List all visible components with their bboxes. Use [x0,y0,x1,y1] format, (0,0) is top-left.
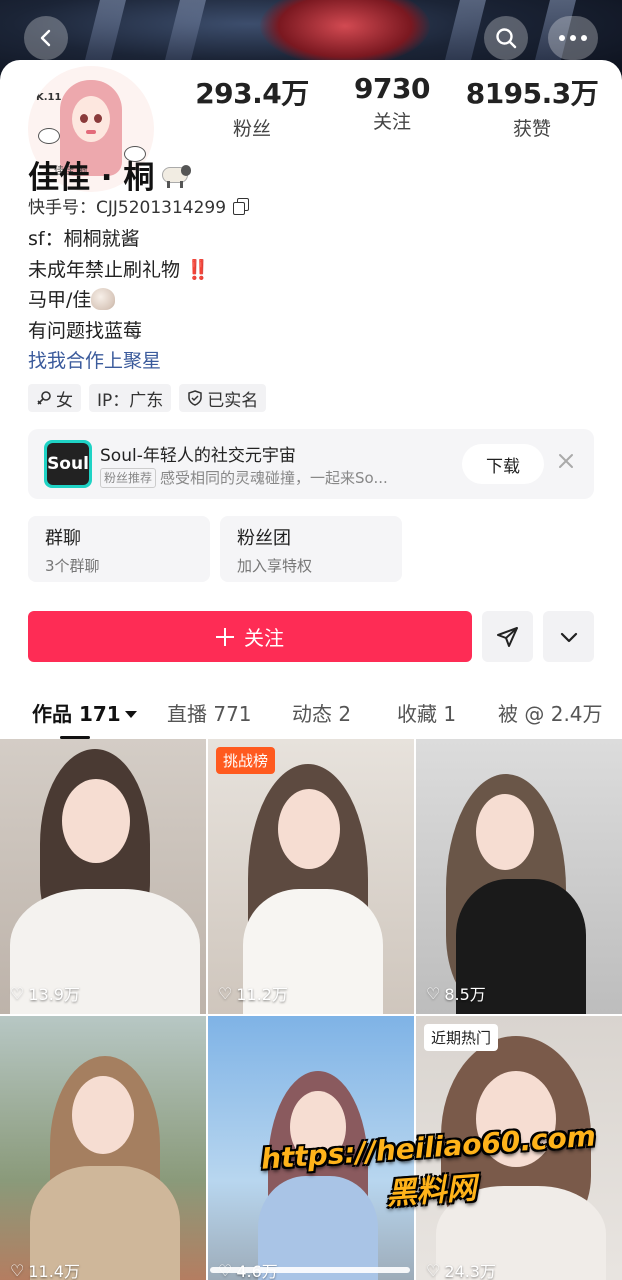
group-chat-card[interactable]: 群聊 3个群聊 [28,516,210,582]
ad-badge: 粉丝推荐 [100,467,157,488]
bio: sf：桐桐就酱 未成年禁止刷礼物 ‼️ 马甲/佳 有问题找蓝莓 找我合作上聚星 [28,224,210,377]
ad-card[interactable]: Soul Soul-年轻人的社交元宇宙 粉丝推荐 感受相同的灵魂碰撞，一起来So… [28,429,594,499]
more-icon [559,35,587,41]
profile-name: 佳佳 · 桐 [28,152,192,197]
shell-icon [91,288,116,310]
bio-line: 有问题找蓝莓 [28,319,143,342]
stat-value: 9730 [354,72,430,105]
like-count: ♡ 11.4万 [10,1260,80,1280]
verified-tag: 已实名 [179,384,267,412]
ad-title: Soul-年轻人的社交元宇宙 [100,446,296,466]
search-icon [496,28,517,49]
stat-following[interactable]: 9730 关注 [322,72,462,141]
stat-value: 293.4万 [195,77,309,110]
content-tabs: 作品 171 直播 771 动态 2 收藏 1 被 @ 2.4万 [0,688,622,738]
download-button[interactable]: 下载 [462,444,544,484]
profile-name-text: 佳佳 · 桐 [28,160,155,196]
close-icon[interactable] [554,449,578,473]
plus-icon [216,627,234,646]
female-icon [37,391,51,405]
more-options-button[interactable] [543,611,594,662]
like-count: ♡ 8.5万 [426,983,486,1005]
message-button[interactable] [482,611,533,662]
stat-label: 关注 [372,111,411,133]
trending-badge: 近期热门 [424,1024,499,1051]
group-cards: 群聊 3个群聊 粉丝团 加入享特权 [28,516,402,582]
cooperation-link[interactable]: 找我合作上聚星 [28,346,207,377]
heart-icon: ♡ [426,983,441,1003]
stat-value: 8195.3万 [465,77,599,110]
bio-line: 未成年禁止刷礼物 ‼️ [28,258,210,281]
heart-icon: ♡ [10,983,25,1003]
heart-icon: ♡ [426,1260,441,1280]
profile-panel: K.11 佳佳 桐 293.4万 粉丝 9730 关注 8195.3万 获赞 佳… [0,60,622,1280]
video-thumbnail[interactable]: 挑战榜 ♡ 11.2万 [208,739,414,1014]
ad-desc: 感受相同的灵魂碰撞，一起来So... [160,469,388,487]
video-thumbnail[interactable]: ♡ 11.4万 [0,1016,206,1280]
bio-line: sf：桐桐就酱 [28,228,140,250]
heart-icon: ♡ [10,1260,25,1280]
back-button[interactable] [24,16,68,60]
kuaishou-id-text: 快手号：CJJ5201314299 [28,198,227,218]
bio-line: 马甲/佳 [28,285,207,316]
ip-tag: IP：广东 [89,384,172,412]
like-count: ♡ 13.9万 [10,983,80,1005]
heart-icon: ♡ [218,983,233,1003]
like-count: ♡ 11.2万 [218,983,288,1005]
follow-button[interactable]: 关注 [28,611,472,662]
stat-likes[interactable]: 8195.3万 获赞 [462,72,602,141]
tab-live[interactable]: 直播 771 [167,698,252,727]
stat-label: 粉丝 [232,118,271,140]
sheep-icon [158,162,192,188]
like-count: ♡ 24.3万 [426,1260,496,1280]
soul-logo: Soul [44,440,92,488]
more-button[interactable] [548,16,598,60]
tab-works[interactable]: 作品 171 [32,698,137,727]
tab-mentions[interactable]: 被 @ 2.4万 [498,698,603,727]
send-icon [496,626,518,647]
search-button[interactable] [484,16,528,60]
kuaishou-id: 快手号：CJJ5201314299 [28,193,250,218]
double-exclamation-icon: ‼️ [186,258,210,281]
copy-icon[interactable] [232,197,250,215]
stat-fans[interactable]: 293.4万 粉丝 [182,72,322,141]
caret-down-icon [124,711,137,718]
video-thumbnail[interactable]: ♡ 8.5万 [416,739,622,1014]
fan-club-card[interactable]: 粉丝团 加入享特权 [220,516,402,582]
gender-tag: 女 [28,384,81,412]
verified-icon [188,390,203,406]
challenge-badge: 挑战榜 [216,747,276,774]
back-icon [40,29,51,47]
home-indicator[interactable] [210,1267,410,1273]
ad-subtitle: 粉丝推荐 感受相同的灵魂碰撞，一起来So... [100,467,388,488]
stat-label: 获赞 [512,118,551,140]
video-thumbnail[interactable]: ♡ 13.9万 [0,739,206,1014]
tab-favorites[interactable]: 收藏 1 [397,698,456,727]
tab-moments[interactable]: 动态 2 [292,698,351,727]
avatar-tag: K.11 [36,92,62,103]
stats-row: 293.4万 粉丝 9730 关注 8195.3万 获赞 [182,72,602,141]
profile-tags: 女 IP：广东 已实名 [28,384,267,412]
chevron-down-icon [560,632,577,642]
